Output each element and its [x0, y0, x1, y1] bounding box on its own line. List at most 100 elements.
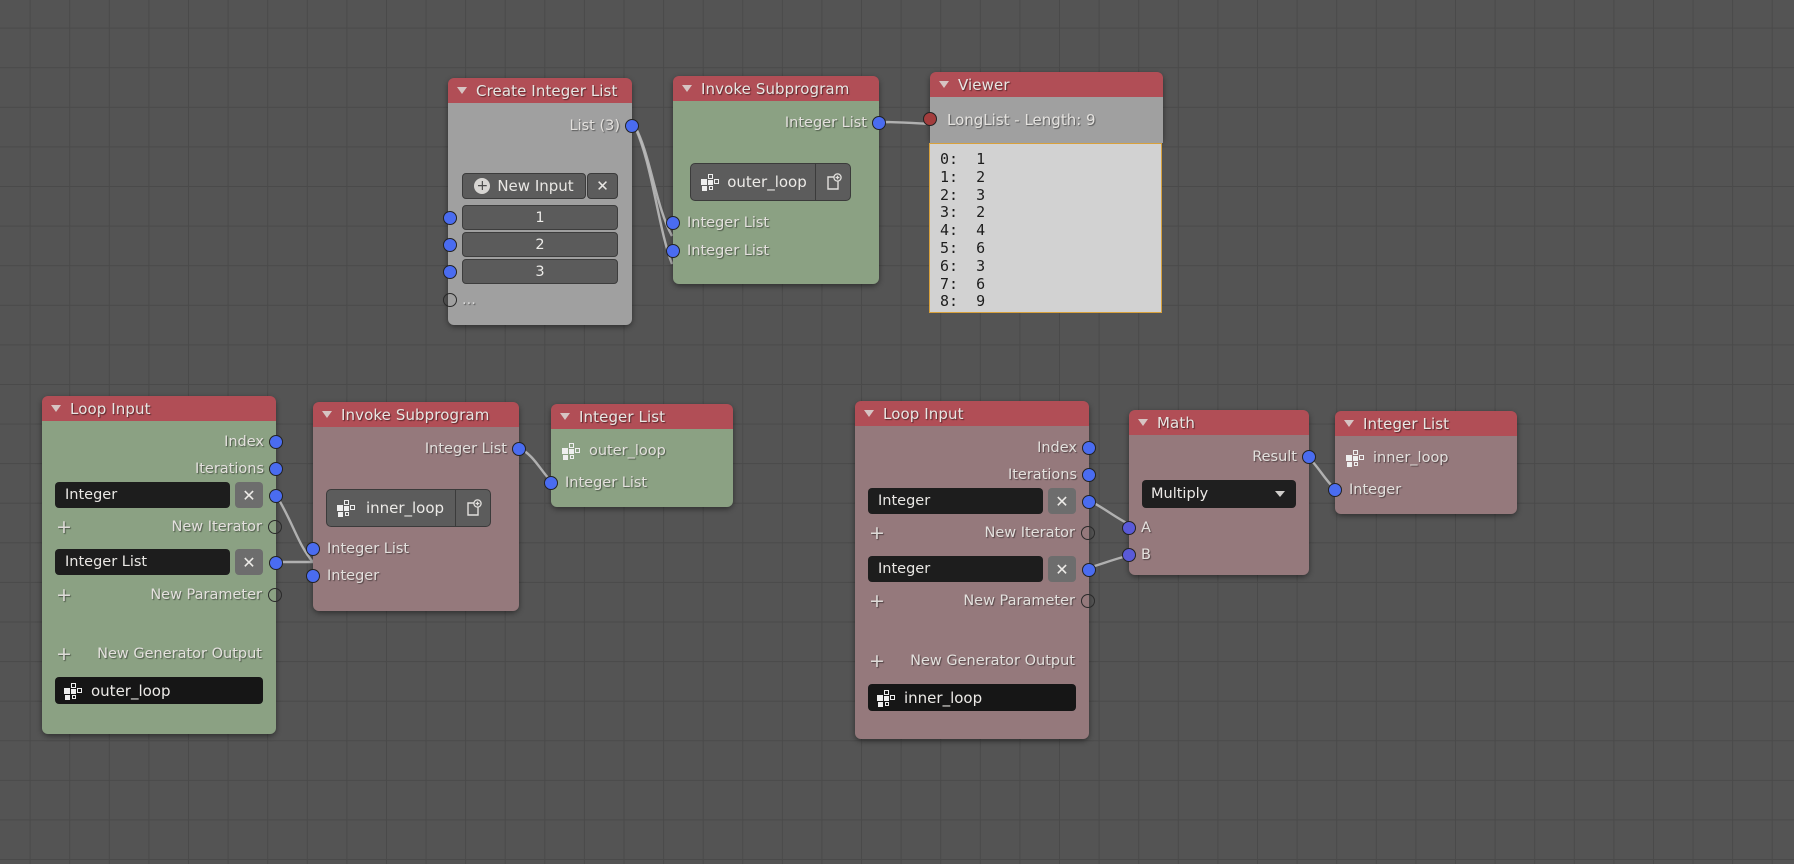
- node-header-integer-list-inner[interactable]: Integer List: [1335, 411, 1517, 436]
- plus-icon[interactable]: +: [869, 591, 885, 611]
- new-generator-output-row[interactable]: + New Generator Output: [42, 643, 276, 665]
- parameter-type-field[interactable]: Integer List: [55, 549, 230, 575]
- new-subprogram-button[interactable]: [455, 490, 490, 526]
- node-viewer[interactable]: Viewer LongList - Length: 9 0: 1 1: 2 2:…: [923, 72, 1163, 313]
- new-iterator-row[interactable]: + New Iterator: [42, 516, 276, 538]
- socket-integer-input[interactable]: [1328, 483, 1342, 497]
- socket-input-integer-list-1[interactable]: [666, 244, 680, 258]
- node-editor-canvas[interactable]: Create Integer List List (3) + New Input…: [0, 0, 1794, 864]
- node-invoke-subprogram-inner[interactable]: Invoke Subprogram Integer List inner_loo…: [306, 402, 526, 611]
- remove-parameter-button[interactable]: ✕: [1048, 556, 1076, 582]
- collapse-triangle-icon[interactable]: [864, 410, 874, 417]
- collapse-triangle-icon[interactable]: [457, 87, 467, 94]
- node-header-invoke-subprogram-outer[interactable]: Invoke Subprogram: [673, 76, 879, 101]
- socket-value-2[interactable]: [443, 265, 457, 279]
- network-icon: [877, 689, 895, 707]
- new-generator-output-row[interactable]: + New Generator Output: [855, 650, 1089, 672]
- socket-new-iterator[interactable]: [268, 520, 282, 534]
- parameter-type-field[interactable]: Integer: [868, 556, 1043, 582]
- socket-iterator[interactable]: [269, 489, 283, 503]
- integer-value-0[interactable]: 1: [462, 205, 618, 230]
- network-icon: [64, 682, 82, 700]
- node-integer-list-inner[interactable]: Integer List inner_loop Integer: [1328, 411, 1517, 514]
- node-loop-input-outer[interactable]: Loop Input Index Iterations Integer ✕ + …: [42, 396, 283, 734]
- iterator-type-field[interactable]: Integer: [55, 482, 230, 508]
- remove-iterator-button[interactable]: ✕: [235, 482, 263, 508]
- collapse-triangle-icon[interactable]: [1344, 420, 1354, 427]
- subprogram-name-field-outer[interactable]: outer_loop: [55, 677, 263, 704]
- socket-parameter[interactable]: [269, 556, 283, 570]
- plus-icon[interactable]: +: [869, 651, 885, 671]
- socket-a[interactable]: [1122, 521, 1136, 535]
- socket-value-0[interactable]: [443, 211, 457, 225]
- socket-value-1[interactable]: [443, 238, 457, 252]
- node-header-loop-input-inner[interactable]: Loop Input: [855, 401, 1089, 426]
- new-subprogram-button[interactable]: [815, 164, 850, 200]
- remove-parameter-button[interactable]: ✕: [235, 549, 263, 575]
- socket-result[interactable]: [1302, 450, 1316, 464]
- node-header-integer-list-outer[interactable]: Integer List: [551, 404, 733, 429]
- collapse-triangle-icon[interactable]: [939, 81, 949, 88]
- socket-new-value[interactable]: [443, 293, 457, 307]
- socket-iterations[interactable]: [1082, 468, 1096, 482]
- new-parameter-row[interactable]: + New Parameter: [42, 584, 276, 606]
- socket-integer-list-input[interactable]: [544, 476, 558, 490]
- socket-input-integer-list[interactable]: [306, 542, 320, 556]
- subprogram-selector-inner[interactable]: inner_loop: [326, 489, 491, 527]
- node-header-create-integer-list[interactable]: Create Integer List: [448, 78, 632, 103]
- new-input-button[interactable]: + New Input: [462, 173, 586, 199]
- node-integer-list-outer[interactable]: Integer List outer_loop Integer List: [544, 404, 733, 507]
- node-header-invoke-subprogram-inner[interactable]: Invoke Subprogram: [313, 402, 519, 427]
- subprogram-selector-outer[interactable]: outer_loop: [690, 163, 851, 201]
- new-generator-output-label: New Generator Output: [910, 653, 1075, 669]
- collapse-triangle-icon[interactable]: [322, 411, 332, 418]
- socket-index[interactable]: [269, 435, 283, 449]
- collapse-triangle-icon[interactable]: [560, 413, 570, 420]
- node-create-integer-list[interactable]: Create Integer List List (3) + New Input…: [443, 78, 639, 325]
- socket-input-integer[interactable]: [306, 569, 320, 583]
- integer-value-2[interactable]: 3: [462, 259, 618, 284]
- socket-parameter[interactable]: [1082, 563, 1096, 577]
- plus-icon[interactable]: +: [56, 644, 72, 664]
- node-loop-input-inner[interactable]: Loop Input Index Iterations Integer ✕ + …: [855, 401, 1096, 739]
- integer-value-1[interactable]: 2: [462, 232, 618, 257]
- socket-iterations[interactable]: [269, 462, 283, 476]
- node-header-loop-input-outer[interactable]: Loop Input: [42, 396, 276, 421]
- output-row-list: List (3): [448, 115, 632, 137]
- plus-icon[interactable]: +: [56, 517, 72, 537]
- input-row-b: B: [1141, 547, 1151, 563]
- socket-index[interactable]: [1082, 441, 1096, 455]
- node-header-viewer[interactable]: Viewer: [930, 72, 1163, 97]
- socket-viewer-input[interactable]: [923, 112, 937, 126]
- plus-icon[interactable]: +: [869, 523, 885, 543]
- new-parameter-row[interactable]: + New Parameter: [855, 590, 1089, 612]
- node-invoke-subprogram-outer[interactable]: Invoke Subprogram Integer List outer_loo…: [666, 76, 886, 284]
- node-math[interactable]: Math Result Multiply A B: [1122, 410, 1316, 575]
- socket-integer-list-output[interactable]: [512, 442, 526, 456]
- socket-list-output[interactable]: [625, 119, 639, 133]
- viewer-entry: 4: 4: [940, 221, 986, 240]
- collapse-triangle-icon[interactable]: [682, 85, 692, 92]
- iterator-type-field[interactable]: Integer: [868, 488, 1043, 514]
- clear-inputs-button[interactable]: ✕: [587, 173, 618, 199]
- socket-new-parameter[interactable]: [268, 588, 282, 602]
- subprogram-name-field-inner[interactable]: inner_loop: [868, 684, 1076, 711]
- collapse-triangle-icon[interactable]: [51, 405, 61, 412]
- operation-dropdown[interactable]: Multiply: [1142, 480, 1296, 508]
- socket-b[interactable]: [1122, 548, 1136, 562]
- node-body-integer-list-inner: inner_loop Integer: [1328, 436, 1517, 514]
- node-body-loop-input-inner: Index Iterations Integer ✕ + New Iterato…: [855, 426, 1096, 739]
- socket-input-integer-list-0[interactable]: [666, 216, 680, 230]
- close-icon: ✕: [596, 177, 609, 195]
- socket-iterator[interactable]: [1082, 495, 1096, 509]
- socket-integer-list-output[interactable]: [872, 116, 886, 130]
- remove-iterator-button[interactable]: ✕: [1048, 488, 1076, 514]
- plus-icon[interactable]: +: [56, 585, 72, 605]
- new-iterator-row[interactable]: + New Iterator: [855, 522, 1089, 544]
- socket-new-iterator[interactable]: [1081, 526, 1095, 540]
- node-header-math[interactable]: Math: [1129, 410, 1309, 435]
- node-body-invoke-subprogram-inner: Integer List inner_loop Integer List Int…: [306, 427, 526, 611]
- viewer-entry: 3: 2: [940, 203, 986, 222]
- socket-new-parameter[interactable]: [1081, 594, 1095, 608]
- collapse-triangle-icon[interactable]: [1138, 419, 1148, 426]
